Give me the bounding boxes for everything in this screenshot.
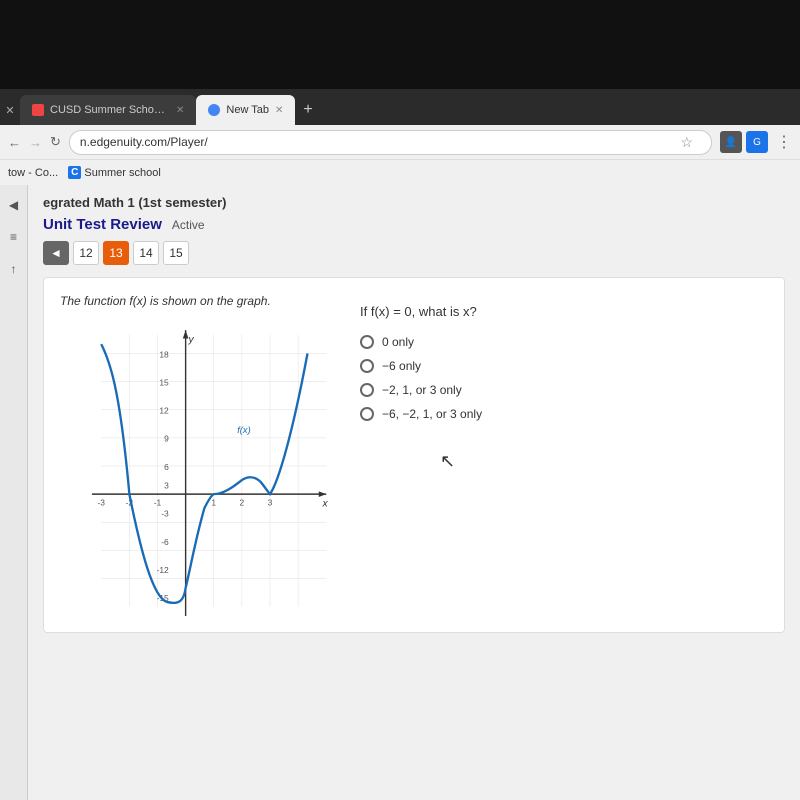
svg-text:y: y — [187, 334, 194, 345]
radio-0only[interactable] — [360, 335, 374, 349]
svg-text:15: 15 — [159, 377, 169, 387]
back-button[interactable]: ← — [8, 135, 21, 150]
svg-text:3: 3 — [268, 497, 273, 507]
profile-icon[interactable]: 👤 — [720, 131, 742, 153]
address-bar[interactable]: n.edgenuity.com/Player/ ☆ — [69, 130, 712, 155]
svg-text:-6: -6 — [161, 537, 169, 547]
page-btn-12[interactable]: 12 — [73, 241, 99, 265]
option-neg2-1-3[interactable]: −2, 1, or 3 only — [360, 383, 768, 397]
option-neg6only-label: −6 only — [382, 359, 421, 373]
pagination: ◄ 12 13 14 15 — [43, 241, 785, 265]
main-content: ◀ ≡ ↑ egrated Math 1 (1st semester) Unit… — [0, 185, 800, 800]
extension-icon[interactable]: G — [746, 131, 768, 153]
menu-icon[interactable]: ⋮ — [776, 132, 792, 152]
cursor-arrow: ↖ — [440, 451, 455, 472]
svg-text:3: 3 — [164, 481, 169, 491]
option-neg2-1-3-label: −2, 1, or 3 only — [382, 383, 462, 397]
question-section: If f(x) = 0, what is x? 0 only −6 only −… — [360, 294, 768, 616]
bookmark-tow[interactable]: tow - Co... — [8, 167, 58, 179]
option-0only-label: 0 only — [382, 335, 414, 349]
browser-icons: 👤 G — [720, 131, 768, 153]
page-btn-14[interactable]: 14 — [133, 241, 159, 265]
svg-text:18: 18 — [159, 349, 169, 359]
radio-neg6only[interactable] — [360, 359, 374, 373]
tab-close-x[interactable]: ✕ — [5, 104, 14, 117]
tab-label-cusd: CUSD Summer School Integrate... — [50, 104, 170, 116]
svg-text:12: 12 — [159, 406, 169, 416]
radio-neg6-neg2-1-3[interactable] — [360, 407, 374, 421]
function-graph: y x 18 15 12 9 6 3 -3 -6 -1 — [60, 316, 330, 616]
bookmark-summer[interactable]: C Summer school — [68, 166, 161, 179]
svg-text:1: 1 — [211, 497, 216, 507]
course-title: egrated Math 1 (1st semester) — [43, 195, 785, 210]
bookmarks-bar: tow - Co... C Summer school — [0, 159, 800, 185]
tab-newtab[interactable]: New Tab ✕ — [196, 95, 295, 125]
svg-text:6: 6 — [164, 462, 169, 472]
tab-bar: ✕ CUSD Summer School Integrate... ✕ New … — [0, 89, 800, 125]
new-tab-button[interactable]: + — [295, 101, 320, 119]
address-text: n.edgenuity.com/Player/ — [80, 135, 208, 149]
content-area: egrated Math 1 (1st semester) Unit Test … — [28, 185, 800, 800]
option-neg6-neg2-1-3[interactable]: −6, −2, 1, or 3 only — [360, 407, 768, 421]
page-btn-15[interactable]: 15 — [163, 241, 189, 265]
active-badge: Active — [172, 218, 205, 232]
browser-chrome: ✕ CUSD Summer School Integrate... ✕ New … — [0, 89, 800, 185]
tab-label-newtab: New Tab — [226, 104, 269, 116]
address-bar-row: ← → ↻ n.edgenuity.com/Player/ ☆ 👤 G ⋮ — [0, 125, 800, 159]
dark-background: ✕ CUSD Summer School Integrate... ✕ New … — [0, 0, 800, 185]
graph-section: The function f(x) is shown on the graph. — [60, 294, 340, 616]
page-btn-13[interactable]: 13 — [103, 241, 129, 265]
sidebar-icon-menu[interactable]: ≡ — [4, 227, 24, 247]
graph-container: y x 18 15 12 9 6 3 -3 -6 -1 — [60, 316, 330, 616]
sidebar: ◀ ≡ ↑ — [0, 185, 28, 800]
option-neg6only[interactable]: −6 only — [360, 359, 768, 373]
review-header: Unit Test Review Active — [43, 216, 785, 233]
review-title: Unit Test Review — [43, 216, 162, 233]
tab-close-cusd[interactable]: ✕ — [176, 105, 184, 116]
quiz-card: The function f(x) is shown on the graph. — [43, 277, 785, 633]
tab-favicon-newtab — [208, 104, 220, 116]
radio-neg2-1-3[interactable] — [360, 383, 374, 397]
svg-text:x: x — [322, 498, 329, 509]
svg-text:f(x): f(x) — [237, 425, 251, 435]
forward-button[interactable]: → — [29, 135, 42, 150]
refresh-button[interactable]: ↻ — [50, 134, 61, 150]
tab-cusd[interactable]: CUSD Summer School Integrate... ✕ — [20, 95, 196, 125]
tab-close-newtab[interactable]: ✕ — [275, 105, 283, 116]
sidebar-icon-up[interactable]: ↑ — [4, 259, 24, 279]
question-text: If f(x) = 0, what is x? — [360, 304, 768, 319]
svg-text:-1: -1 — [154, 497, 162, 507]
svg-text:2: 2 — [240, 497, 245, 507]
sidebar-icon-back[interactable]: ◀ — [4, 195, 24, 215]
prev-page-button[interactable]: ◄ — [43, 241, 69, 265]
option-neg6-neg2-1-3-label: −6, −2, 1, or 3 only — [382, 407, 482, 421]
option-0only[interactable]: 0 only — [360, 335, 768, 349]
bookmark-star-icon[interactable]: ☆ — [680, 134, 701, 151]
svg-text:-12: -12 — [157, 565, 169, 575]
svg-text:-3: -3 — [161, 509, 169, 519]
bookmark-tow-label: tow - Co... — [8, 167, 58, 179]
graph-description: The function f(x) is shown on the graph. — [60, 294, 340, 308]
bookmark-summer-label: Summer school — [84, 167, 160, 179]
svg-text:-3: -3 — [98, 497, 106, 507]
svg-text:9: 9 — [164, 434, 169, 444]
tab-favicon-cusd — [32, 104, 44, 116]
bookmark-summer-icon: C — [68, 166, 81, 179]
